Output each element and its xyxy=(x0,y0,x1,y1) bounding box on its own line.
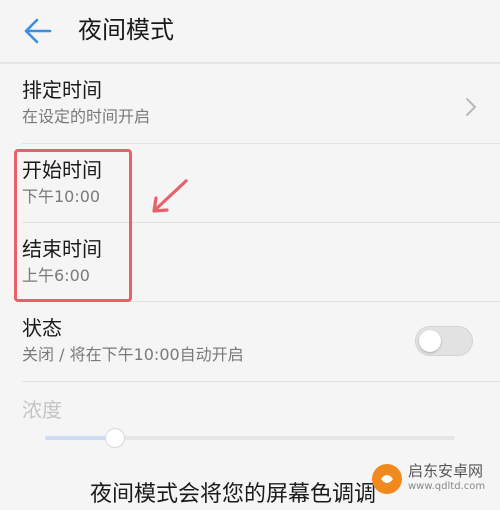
arrow-left-icon[interactable] xyxy=(22,16,54,46)
app-bar: 夜间模式 xyxy=(0,0,500,60)
watermark-url: www.qdltd.com xyxy=(408,481,486,492)
schedule-title: 排定时间 xyxy=(22,78,102,102)
watermark: 启东安卓网 www.qdltd.com xyxy=(372,462,494,496)
row-separator xyxy=(22,143,500,144)
intensity-label: 浓度 xyxy=(22,398,62,422)
watermark-logo-icon xyxy=(372,464,402,494)
chevron-right-icon xyxy=(466,98,476,116)
header-divider xyxy=(0,62,500,64)
highlight-box xyxy=(14,149,132,302)
intensity-slider-thumb[interactable] xyxy=(105,428,125,448)
pointer-arrow-icon xyxy=(152,179,188,213)
row-separator xyxy=(22,381,500,382)
status-subtitle: 关闭 / 将在下午10:00自动开启 xyxy=(22,345,244,364)
watermark-name: 启东安卓网 xyxy=(408,462,484,480)
night-mode-toggle[interactable] xyxy=(415,326,473,356)
page-title: 夜间模式 xyxy=(78,16,174,44)
status-title: 状态 xyxy=(22,316,62,340)
schedule-row[interactable]: 排定时间 在设定的时间开启 xyxy=(0,66,500,142)
toggle-knob xyxy=(419,330,441,352)
night-mode-description: 夜间模式会将您的屏幕色调调 xyxy=(90,482,377,507)
schedule-subtitle: 在设定的时间开启 xyxy=(22,107,151,126)
